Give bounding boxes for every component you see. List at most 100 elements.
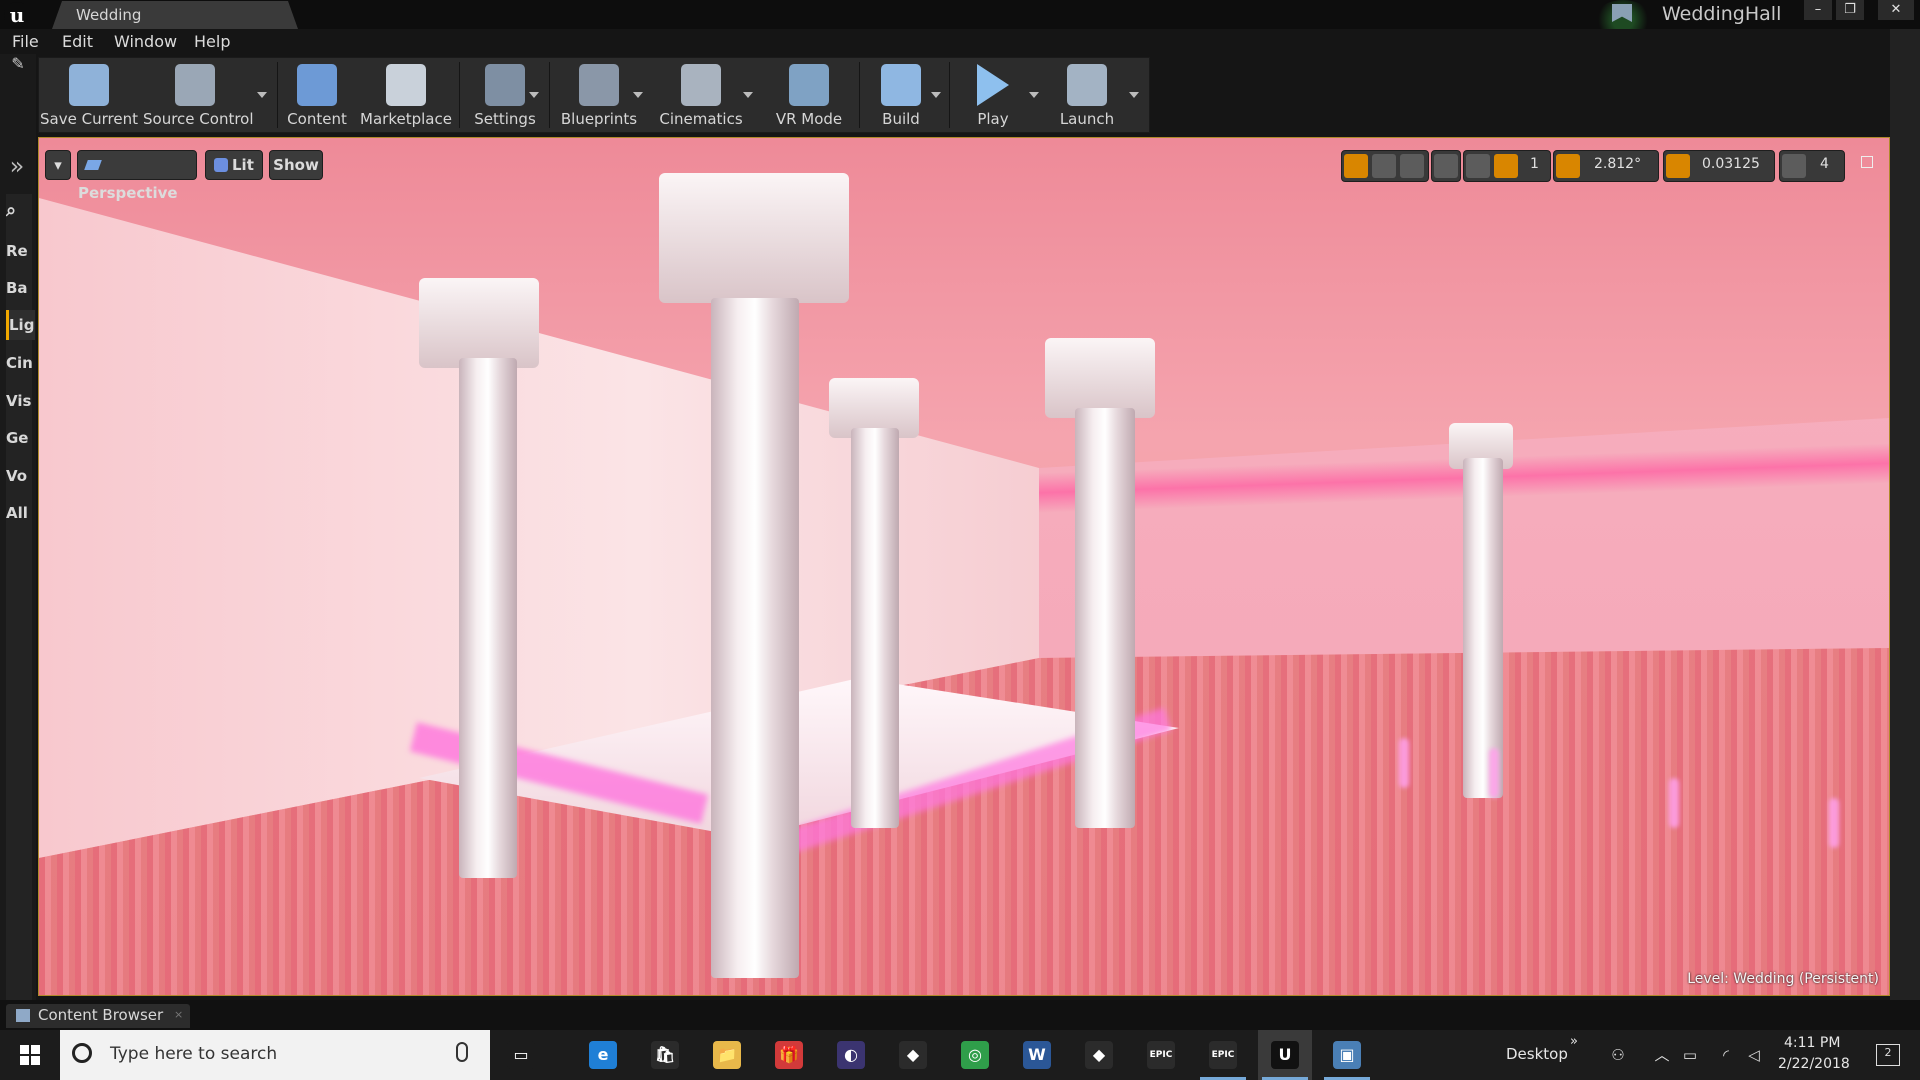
- volume-icon[interactable]: ◁: [1746, 1047, 1762, 1063]
- remote-desktop-taskbar-button[interactable]: ▣: [1320, 1030, 1374, 1080]
- action-center-icon[interactable]: 2: [1876, 1044, 1900, 1066]
- desktop-toolbar-label[interactable]: Desktop: [1506, 1045, 1568, 1063]
- menu-help[interactable]: Help: [194, 32, 230, 51]
- maximize-button[interactable]: ❐: [1836, 0, 1864, 20]
- scale-tool-icon[interactable]: [1400, 154, 1424, 178]
- category-visual-effects[interactable]: Vis: [6, 386, 32, 416]
- main-toolbar: Save Current Source Control Content Mark…: [38, 57, 1150, 133]
- gift-app-icon: 🎁: [775, 1041, 803, 1069]
- source-control-label: Source Control: [143, 110, 254, 128]
- eclipse-taskbar-button[interactable]: ◐: [824, 1030, 878, 1080]
- unity-hub-taskbar-button[interactable]: ◆: [1072, 1030, 1126, 1080]
- modes-panel: ✎ » ⌕ Re Ba Lig Cin Vis Ge Vo All: [0, 54, 36, 1042]
- task-view-taskbar-button[interactable]: ▭: [494, 1030, 548, 1080]
- menu-window[interactable]: Window: [114, 32, 177, 51]
- content-browser-tab[interactable]: Content Browser ×: [6, 1004, 190, 1028]
- build-button[interactable]: Build: [861, 58, 941, 132]
- chrome-taskbar-button[interactable]: ◎: [948, 1030, 1002, 1080]
- people-icon[interactable]: ⚇: [1610, 1047, 1626, 1063]
- title-bar: u Wedding WeddingHall – ❐ ✕: [0, 0, 1920, 40]
- category-cinematic[interactable]: Cin: [6, 348, 32, 378]
- blueprints-dropdown-icon[interactable]: [633, 92, 643, 98]
- close-button[interactable]: ✕: [1878, 0, 1914, 20]
- marketplace-button[interactable]: Marketplace: [357, 58, 455, 132]
- category-lights[interactable]: Lig: [6, 310, 35, 340]
- scene-floor-light: [1489, 748, 1499, 798]
- scale-snap-value[interactable]: 0.03125: [1702, 156, 1760, 172]
- menu-file[interactable]: File: [12, 32, 39, 51]
- minimize-button[interactable]: –: [1804, 0, 1832, 20]
- epic-games-taskbar-button[interactable]: EPIC: [1134, 1030, 1188, 1080]
- translate-tool-icon[interactable]: [1344, 154, 1368, 178]
- scene-floor-light: [1829, 798, 1839, 848]
- desktop-chevron-icon[interactable]: »: [1570, 1034, 1578, 1049]
- unreal-editor-taskbar-button[interactable]: U: [1258, 1030, 1312, 1080]
- camera-speed-value[interactable]: 4: [1820, 156, 1829, 172]
- launch-button[interactable]: Launch: [1047, 58, 1127, 132]
- vr-mode-button[interactable]: VR Mode: [761, 58, 857, 132]
- gift-app-taskbar-button[interactable]: 🎁: [762, 1030, 816, 1080]
- start-button[interactable]: [0, 1030, 58, 1080]
- word-taskbar-button[interactable]: W: [1010, 1030, 1064, 1080]
- unreal-logo-icon[interactable]: u: [4, 2, 30, 28]
- clock-date[interactable]: 2/22/2018: [1778, 1056, 1850, 1072]
- menu-edit[interactable]: Edit: [62, 32, 93, 51]
- level-viewport[interactable]: ▾ Perspective Lit Show 1 2.812° 0.03125 …: [38, 137, 1890, 996]
- category-recent[interactable]: Re: [6, 236, 32, 266]
- clock-time[interactable]: 4:11 PM: [1784, 1035, 1840, 1051]
- build-label: Build: [882, 110, 920, 128]
- scale-snap-icon[interactable]: [1666, 154, 1690, 178]
- cinematics-dropdown-icon[interactable]: [743, 92, 753, 98]
- lit-button[interactable]: Lit: [205, 150, 263, 180]
- source-control-dropdown-icon[interactable]: [257, 92, 267, 98]
- coordinate-system: [1431, 150, 1461, 182]
- save-current-button[interactable]: Save Current: [39, 58, 139, 132]
- build-dropdown-icon[interactable]: [931, 92, 941, 98]
- blueprints-icon: [579, 64, 619, 106]
- microphone-icon[interactable]: [456, 1042, 468, 1062]
- modes-tab-icon[interactable]: ✎: [4, 54, 32, 80]
- launch-dropdown-icon[interactable]: [1129, 92, 1139, 98]
- surface-snap-icon[interactable]: [1466, 154, 1490, 178]
- content-browser-icon: [16, 1009, 30, 1022]
- content-button[interactable]: Content: [279, 58, 355, 132]
- epic-launcher-taskbar-button[interactable]: EPIC: [1196, 1030, 1250, 1080]
- perspective-button[interactable]: Perspective: [77, 150, 197, 202]
- cinematics-button[interactable]: Cinematics: [651, 58, 751, 132]
- cortana-icon: [72, 1043, 92, 1063]
- store-taskbar-button[interactable]: 🛍: [638, 1030, 692, 1080]
- show-button[interactable]: Show: [269, 150, 323, 180]
- expand-chevron-icon[interactable]: »: [2, 152, 32, 182]
- rotation-snap-icon[interactable]: [1556, 154, 1580, 178]
- grid-snap-icon[interactable]: [1494, 154, 1518, 178]
- play-label: Play: [977, 110, 1009, 128]
- maximize-viewport-icon[interactable]: [1861, 156, 1873, 168]
- grid-snap-value[interactable]: 1: [1530, 156, 1539, 172]
- document-tab[interactable]: Wedding: [52, 1, 298, 29]
- show-hidden-icons-icon[interactable]: ︿: [1654, 1047, 1670, 1063]
- close-tab-icon[interactable]: ×: [174, 1008, 183, 1021]
- file-explorer-taskbar-button[interactable]: 📁: [700, 1030, 754, 1080]
- rotate-tool-icon[interactable]: [1372, 154, 1396, 178]
- battery-icon[interactable]: ▭: [1682, 1047, 1698, 1063]
- camera-speed-icon[interactable]: [1782, 154, 1806, 178]
- world-globe-icon[interactable]: [1434, 154, 1458, 178]
- taskbar-search[interactable]: Type here to search: [60, 1030, 490, 1080]
- unity-taskbar-button[interactable]: ◆: [886, 1030, 940, 1080]
- wifi-icon[interactable]: ◜: [1718, 1047, 1734, 1063]
- edge-taskbar-button[interactable]: e: [576, 1030, 630, 1080]
- settings-dropdown-icon[interactable]: [529, 92, 539, 98]
- search-icon[interactable]: ⌕: [6, 196, 32, 226]
- category-geometry[interactable]: Ge: [6, 423, 32, 453]
- content-label: Content: [287, 110, 347, 128]
- category-basic[interactable]: Ba: [6, 273, 32, 303]
- source-control-button[interactable]: Source Control: [143, 58, 254, 132]
- rotation-snap-value[interactable]: 2.812°: [1594, 156, 1641, 172]
- blueprints-button[interactable]: Blueprints: [553, 58, 645, 132]
- category-volumes[interactable]: Vo: [6, 461, 32, 491]
- play-button[interactable]: Play: [953, 58, 1033, 132]
- launch-icon: [1067, 64, 1107, 106]
- category-all-classes[interactable]: All: [6, 498, 32, 528]
- play-dropdown-icon[interactable]: [1029, 92, 1039, 98]
- viewport-options-button[interactable]: ▾: [45, 150, 71, 180]
